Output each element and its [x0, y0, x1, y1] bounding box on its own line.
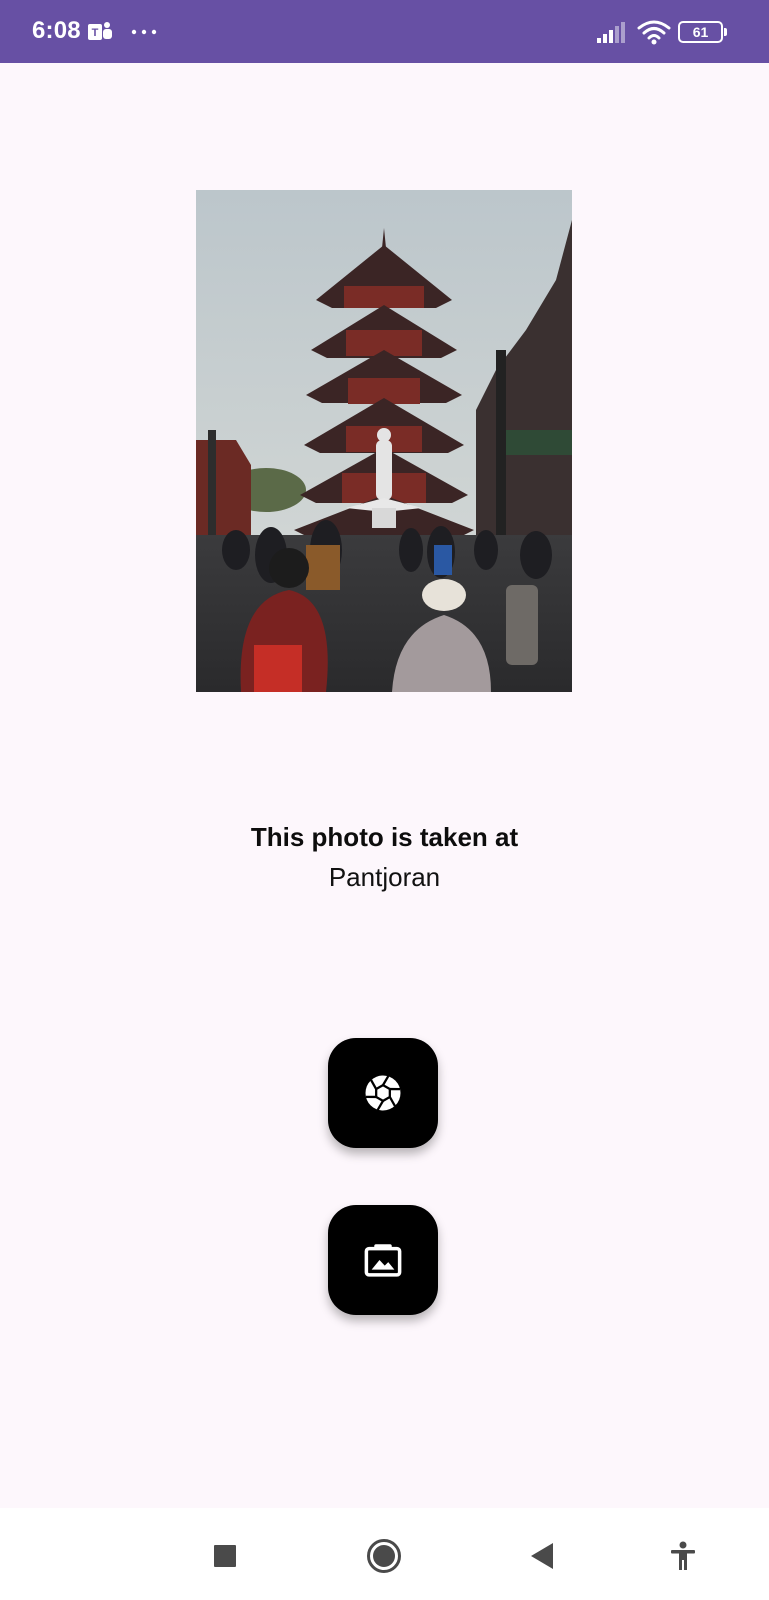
caption-location: Pantjoran [328, 862, 441, 892]
status-bar: 6:08 T 61 [0, 0, 769, 63]
accessibility-button[interactable] [663, 1536, 703, 1576]
take-photo-button[interactable] [328, 1038, 438, 1148]
home-button[interactable] [364, 1536, 404, 1576]
system-nav-bar [0, 1508, 769, 1600]
svg-text:T: T [92, 27, 99, 39]
pick-gallery-button[interactable] [328, 1205, 438, 1315]
gallery-image-icon [364, 1244, 402, 1277]
battery-icon: 61 [678, 21, 728, 45]
back-triangle-icon [531, 1543, 553, 1569]
teams-icon: T [88, 22, 112, 40]
battery-tip [724, 28, 727, 36]
home-circle-icon [367, 1539, 401, 1573]
back-button[interactable] [522, 1536, 562, 1576]
pagoda-photo [196, 190, 572, 692]
status-time: 6:08 [32, 17, 81, 44]
signal-icon [597, 22, 625, 43]
recents-square-icon [214, 1545, 236, 1567]
camera-shutter-icon [365, 1075, 401, 1111]
wifi-icon [637, 20, 671, 45]
accessibility-icon [671, 1541, 695, 1570]
battery-level: 61 [678, 21, 723, 43]
photo-illustration [196, 190, 572, 692]
more-dots-icon [131, 29, 157, 35]
caption-title: This photo is taken at [250, 822, 519, 852]
recents-button[interactable] [205, 1536, 245, 1576]
